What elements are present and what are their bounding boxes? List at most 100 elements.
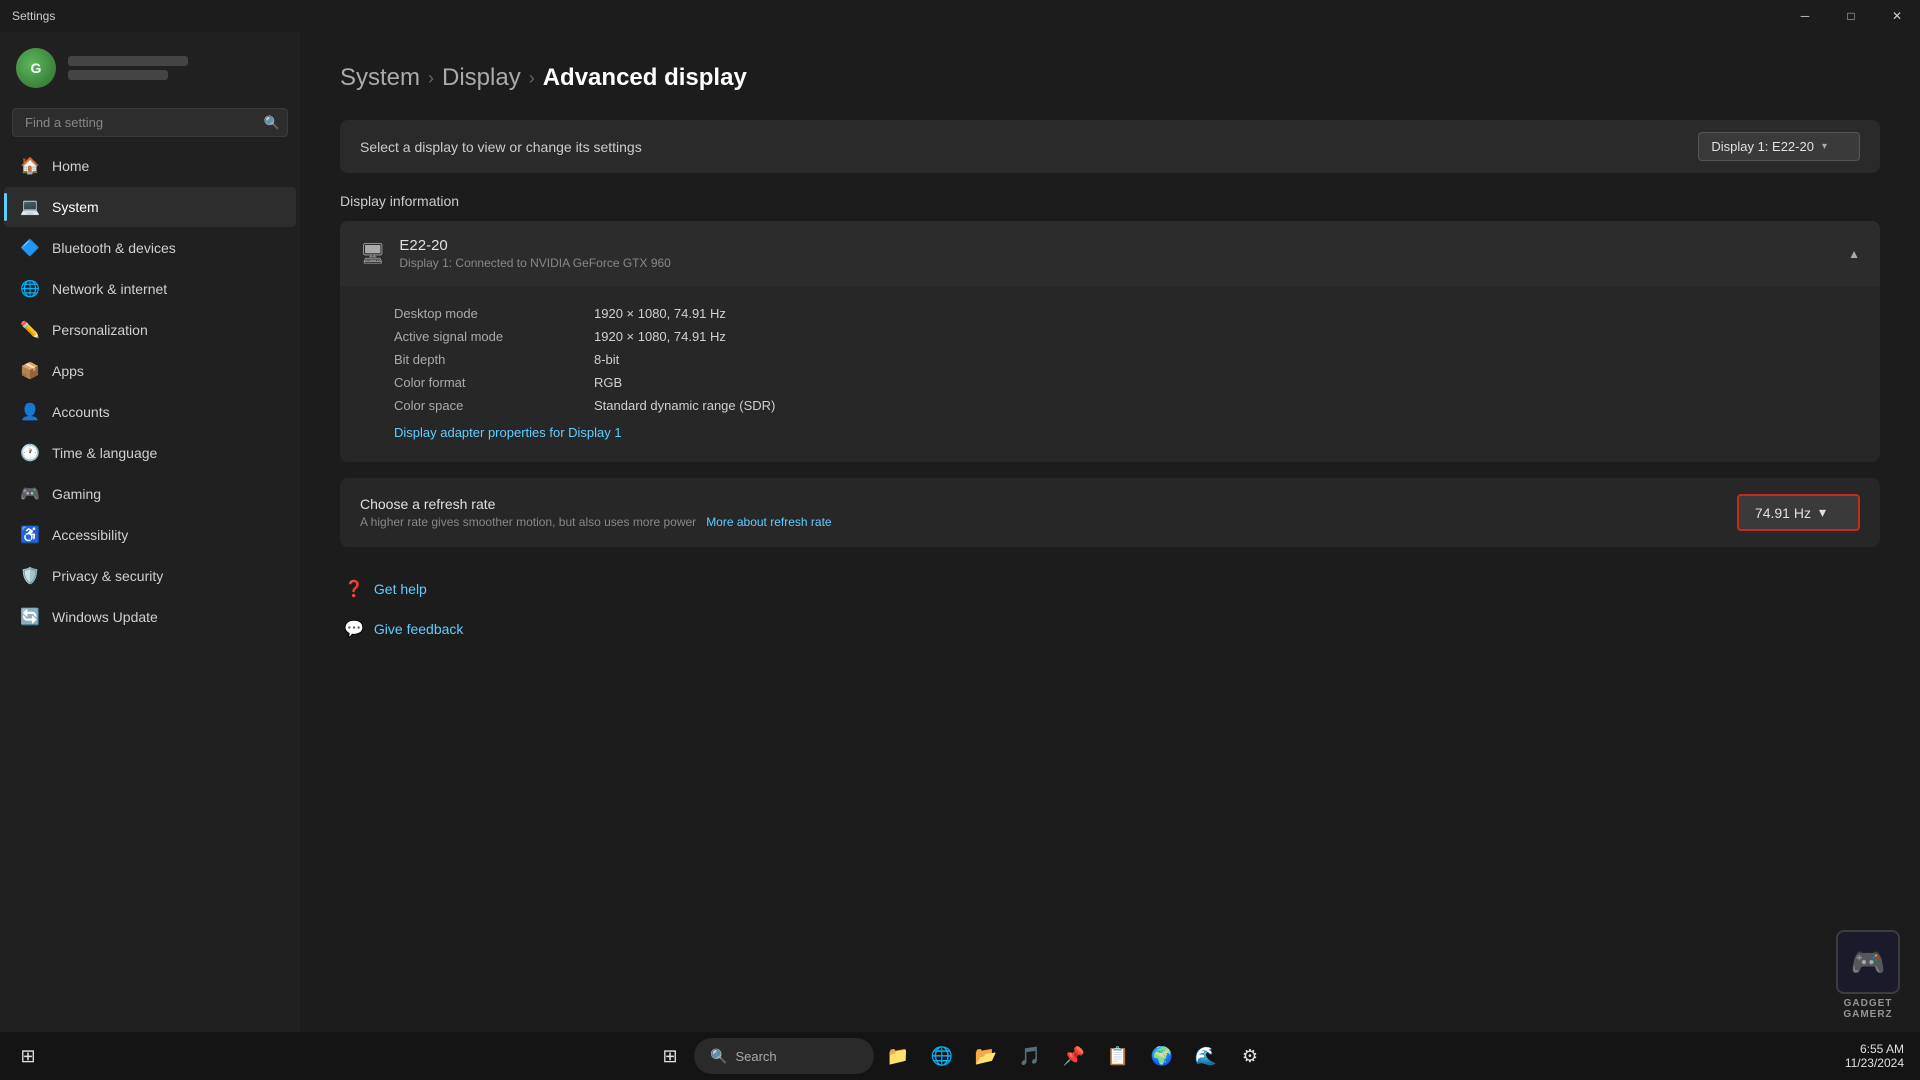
- taskbar-start-button[interactable]: ⊞: [650, 1036, 690, 1076]
- app-body: G 🔍 🏠 Home 💻 System 🔷 Bluetooth & device…: [0, 32, 1920, 1032]
- give-feedback-item[interactable]: 💬 Give feedback: [340, 611, 1880, 647]
- info-value-color-format: RGB: [594, 375, 622, 390]
- sidebar-item-network[interactable]: 🌐 Network & internet: [4, 269, 296, 309]
- refresh-rate-link[interactable]: More about refresh rate: [706, 515, 831, 529]
- refresh-rate-chevron-icon: ▾: [1819, 504, 1826, 521]
- nav-icon-bluetooth: 🔷: [20, 238, 40, 258]
- breadcrumb-display[interactable]: Display: [442, 64, 521, 92]
- nav-label-system: System: [52, 199, 99, 215]
- display-dropdown[interactable]: Display 1: E22-20 ▾: [1698, 132, 1860, 161]
- nav-icon-gaming: 🎮: [20, 484, 40, 504]
- monitor-icon: 🖥: [360, 241, 385, 266]
- sidebar-nav: 🏠 Home 💻 System 🔷 Bluetooth & devices 🌐 …: [0, 145, 300, 1032]
- close-button[interactable]: ✕: [1874, 0, 1920, 32]
- display-info-header: 🖥 E22-20 Display 1: Connected to NVIDIA …: [340, 221, 1880, 286]
- sidebar-item-accessibility[interactable]: ♿ Accessibility: [4, 515, 296, 555]
- sidebar-item-accounts[interactable]: 👤 Accounts: [4, 392, 296, 432]
- refresh-rate-dropdown[interactable]: 74.91 Hz ▾: [1737, 494, 1860, 531]
- info-row-desktop-mode: Desktop mode 1920 × 1080, 74.91 Hz: [394, 302, 1860, 325]
- taskbar-center: ⊞ 🔍 Search 📁 🌐 📂 🎵 📌 📋 🌍 🌊 ⚙: [650, 1036, 1270, 1076]
- taskbar-spotify-button[interactable]: 🎵: [1010, 1036, 1050, 1076]
- monitor-name: E22-20: [399, 237, 670, 254]
- refresh-rate-card: Choose a refresh rate A higher rate give…: [340, 478, 1880, 547]
- refresh-rate-desc: A higher rate gives smoother motion, but…: [360, 515, 832, 529]
- nav-label-bluetooth: Bluetooth & devices: [52, 240, 176, 256]
- taskbar-files-button[interactable]: 📁: [878, 1036, 918, 1076]
- search-icon: 🔍: [264, 115, 280, 131]
- sidebar-item-bluetooth[interactable]: 🔷 Bluetooth & devices: [4, 228, 296, 268]
- taskbar-date-value: 11/23/2024: [1845, 1056, 1904, 1070]
- taskbar-pin4-button[interactable]: 🌊: [1186, 1036, 1226, 1076]
- taskbar-pin1-button[interactable]: 📌: [1054, 1036, 1094, 1076]
- breadcrumb-system[interactable]: System: [340, 64, 420, 92]
- nav-label-apps: Apps: [52, 363, 84, 379]
- maximize-button[interactable]: □: [1828, 0, 1874, 32]
- display-selector-label: Select a display to view or change its s…: [360, 139, 642, 155]
- taskbar-settings-button[interactable]: ⚙: [1230, 1036, 1270, 1076]
- sidebar-item-personalization[interactable]: ✏️ Personalization: [4, 310, 296, 350]
- nav-icon-privacy: 🛡️: [20, 566, 40, 586]
- display-dropdown-value: Display 1: E22-20: [1711, 139, 1814, 154]
- taskbar-explorer-button[interactable]: 📂: [966, 1036, 1006, 1076]
- nav-icon-accounts: 👤: [20, 402, 40, 422]
- sidebar-profile: G: [0, 40, 300, 104]
- nav-label-privacy: Privacy & security: [52, 568, 163, 584]
- useremail-bar: [68, 70, 168, 80]
- title-bar-controls: ─ □ ✕: [1782, 0, 1920, 32]
- taskbar-right: 6:55 AM 11/23/2024: [1837, 1042, 1920, 1070]
- sidebar-item-gaming[interactable]: 🎮 Gaming: [4, 474, 296, 514]
- taskbar-pin3-button[interactable]: 🌍: [1142, 1036, 1182, 1076]
- refresh-rate-title: Choose a refresh rate: [360, 496, 832, 512]
- taskbar: ⊞ ⊞ 🔍 Search 📁 🌐 📂 🎵 📌 📋 🌍 🌊 ⚙ 6:55 AM 1…: [0, 1032, 1920, 1080]
- breadcrumb: System › Display › Advanced display: [340, 64, 1880, 92]
- avatar: G: [16, 48, 56, 88]
- sidebar-item-apps[interactable]: 📦 Apps: [4, 351, 296, 391]
- display-info-card: 🖥 E22-20 Display 1: Connected to NVIDIA …: [340, 221, 1880, 462]
- sidebar-item-privacy[interactable]: 🛡️ Privacy & security: [4, 556, 296, 596]
- watermark: 🎮 GADGETGAMERZ: [1836, 930, 1900, 1020]
- adapter-properties-link[interactable]: Display adapter properties for Display 1: [394, 425, 622, 440]
- sidebar: G 🔍 🏠 Home 💻 System 🔷 Bluetooth & device…: [0, 32, 300, 1032]
- info-label-desktop-mode: Desktop mode: [394, 306, 594, 321]
- taskbar-search-text: Search: [735, 1049, 776, 1064]
- breadcrumb-sep2: ›: [529, 68, 535, 89]
- main-content: System › Display › Advanced display Sele…: [300, 32, 1920, 1032]
- sidebar-item-home[interactable]: 🏠 Home: [4, 146, 296, 186]
- sidebar-item-time[interactable]: 🕐 Time & language: [4, 433, 296, 473]
- info-label-bit-depth: Bit depth: [394, 352, 594, 367]
- refresh-rate-left: Choose a refresh rate A higher rate give…: [360, 496, 832, 529]
- taskbar-time-value: 6:55 AM: [1845, 1042, 1904, 1056]
- display-info-section-title: Display information: [340, 193, 1880, 209]
- taskbar-chrome-button[interactable]: 🌐: [922, 1036, 962, 1076]
- get-help-label: Get help: [374, 581, 427, 597]
- info-value-color-space: Standard dynamic range (SDR): [594, 398, 775, 413]
- chevron-down-icon: ▾: [1822, 141, 1827, 152]
- title-bar-title: Settings: [12, 9, 55, 23]
- nav-label-accounts: Accounts: [52, 404, 110, 420]
- sidebar-search-container[interactable]: 🔍: [12, 108, 288, 137]
- info-value-signal-mode: 1920 × 1080, 74.91 Hz: [594, 329, 726, 344]
- sidebar-item-update[interactable]: 🔄 Windows Update: [4, 597, 296, 637]
- taskbar-search[interactable]: 🔍 Search: [694, 1038, 874, 1074]
- nav-label-gaming: Gaming: [52, 486, 101, 502]
- get-help-item[interactable]: ❓ Get help: [340, 571, 1880, 607]
- monitor-sub: Display 1: Connected to NVIDIA GeForce G…: [399, 256, 670, 270]
- minimize-button[interactable]: ─: [1782, 0, 1828, 32]
- display-selector: Select a display to view or change its s…: [340, 120, 1880, 173]
- info-label-color-format: Color format: [394, 375, 594, 390]
- nav-icon-personalization: ✏️: [20, 320, 40, 340]
- feedback-icon: 💬: [344, 619, 364, 639]
- user-info: [68, 56, 188, 80]
- search-input[interactable]: [12, 108, 288, 137]
- taskbar-widgets-button[interactable]: ⊞: [8, 1036, 48, 1076]
- nav-icon-apps: 📦: [20, 361, 40, 381]
- breadcrumb-sep1: ›: [428, 68, 434, 89]
- info-value-bit-depth: 8-bit: [594, 352, 619, 367]
- taskbar-pin2-button[interactable]: 📋: [1098, 1036, 1138, 1076]
- nav-label-personalization: Personalization: [52, 322, 148, 338]
- nav-label-time: Time & language: [52, 445, 157, 461]
- taskbar-clock[interactable]: 6:55 AM 11/23/2024: [1837, 1042, 1912, 1070]
- help-section: ❓ Get help 💬 Give feedback: [340, 571, 1880, 647]
- sidebar-item-system[interactable]: 💻 System: [4, 187, 296, 227]
- chevron-up-icon[interactable]: ▲: [1848, 247, 1860, 261]
